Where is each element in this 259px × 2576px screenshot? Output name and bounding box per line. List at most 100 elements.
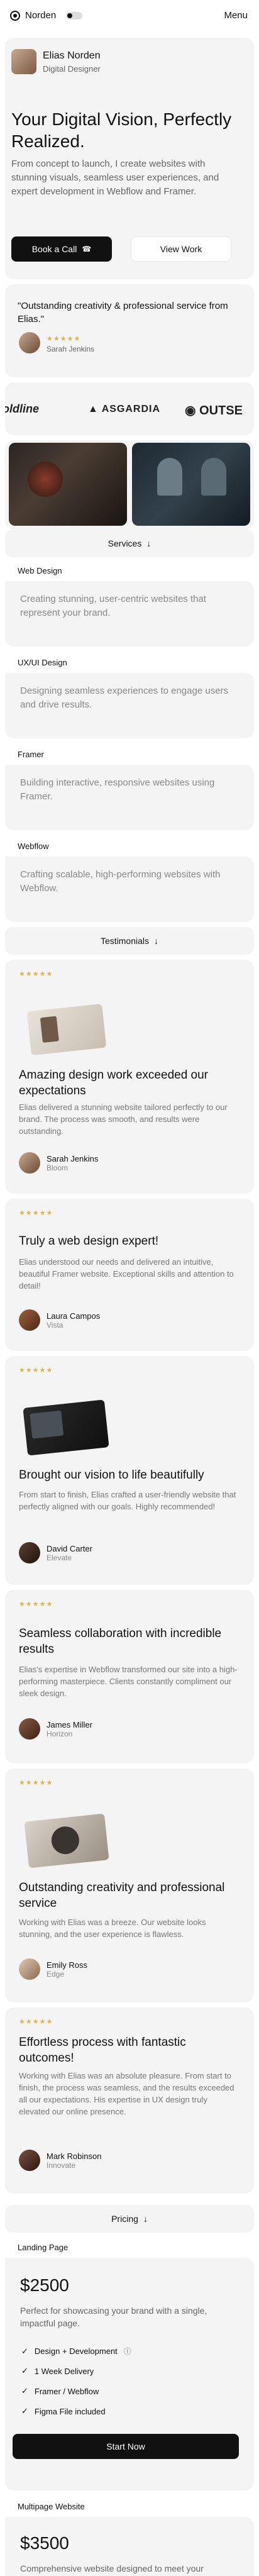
- rating-stars-icon: ★★★★★: [19, 2018, 53, 2026]
- testimonial-author: James Miller Horizon: [19, 1718, 92, 1740]
- testimonial-author: Laura Campos Vista: [19, 1309, 100, 1331]
- testimonial-author: Emily Ross Edge: [19, 1958, 87, 1980]
- portfolio-image-2-figure-2: [201, 458, 226, 496]
- rating-stars-icon: ★★★★★: [19, 1601, 53, 1608]
- hero-role: Digital Designer: [43, 64, 101, 74]
- logo-outse: ◉ OUTSE: [185, 402, 243, 418]
- testimonial-text: Working with Elias was a breeze. Our web…: [19, 1918, 206, 1939]
- testimonial-card: ★★★★★ Truly a web design expert! Elias u…: [5, 1199, 254, 1351]
- plan-tab-multipage[interactable]: Multipage Website: [5, 2496, 99, 2517]
- view-work-button[interactable]: View Work: [131, 236, 231, 262]
- service-body-web-design: Creating stunning, user-centric websites…: [5, 581, 254, 647]
- testimonial-image: [24, 1813, 109, 1868]
- testimonial-title: Brought our vision to life beautifully: [19, 1468, 204, 1482]
- outse-label: OUTSE: [199, 404, 243, 418]
- testimonial-image: [26, 1003, 107, 1056]
- menu-button[interactable]: Menu: [224, 10, 248, 21]
- testimonial-title: Seamless collaboration with incredible r…: [19, 1627, 222, 1656]
- theme-toggle[interactable]: [66, 11, 83, 19]
- testimonial-text: Elias's expertise in Webflow transformed…: [19, 1665, 238, 1698]
- logo-asgardia: ▲ ASGARDIA: [88, 404, 160, 415]
- start-now-button[interactable]: Start Now: [13, 2434, 239, 2459]
- author-avatar: [19, 1718, 40, 1740]
- testimonial-author: Sarah Jenkins Bloom: [19, 1152, 98, 1174]
- testimonial-image-figure: [40, 1016, 59, 1043]
- testimonial-text: From start to finish, Elias crafted a us…: [19, 1490, 236, 1511]
- plan-feature: ✓ Figma File included: [21, 2406, 106, 2416]
- asgardia-label: ASGARDIA: [101, 404, 161, 414]
- testimonial-card: ★★★★★ Outstanding creativity and profess…: [5, 1768, 254, 2002]
- service-body-framer: Building interactive, responsive website…: [5, 765, 254, 830]
- portfolio-image-1-art: [28, 462, 63, 497]
- author-avatar: [19, 1152, 40, 1174]
- portfolio-image-2[interactable]: [132, 443, 250, 526]
- testimonial-image-screen: [30, 1410, 64, 1439]
- services-label: Services: [107, 538, 142, 548]
- service-body-uxui: Designing seamless experiences to engage…: [5, 673, 254, 738]
- logo-strip: oldline ▲ ASGARDIA ◉ OUTSE: [5, 382, 254, 435]
- hero-headline: Your Digital Vision, Perfectly Realized.: [11, 109, 232, 151]
- avatar: [11, 49, 36, 74]
- outse-mark-icon: ◉: [185, 404, 196, 418]
- plan-feature: ✓ 1 Week Delivery: [21, 2366, 94, 2376]
- author-company: Edge: [47, 1969, 65, 1979]
- portfolio-image-2-figure: [157, 458, 182, 496]
- arrow-down-icon: ↓: [143, 2214, 148, 2224]
- author-company: Vista: [47, 1320, 63, 1330]
- author-company: Horizon: [47, 1729, 73, 1738]
- service-tab-web-design[interactable]: Web Design: [5, 560, 80, 581]
- author-company: Innovate: [47, 2160, 76, 2170]
- author-name: Laura Campos: [47, 1311, 101, 1321]
- author-company: Bloom: [47, 1163, 69, 1172]
- rating-stars-icon: ★★★★★: [19, 1367, 53, 1374]
- author-avatar: [19, 2150, 40, 2171]
- plan-card-multipage: $3500 Comprehensive website designed to …: [5, 2517, 254, 2576]
- services-section-button[interactable]: Services ↓: [5, 530, 254, 557]
- hero-subtext: From concept to launch, I create website…: [11, 158, 219, 197]
- rating-stars-icon: ★★★★★: [19, 1779, 53, 1787]
- plan-card-landing: $2500 Perfect for showcasing your brand …: [5, 2258, 254, 2490]
- author-name: Emily Ross: [47, 1960, 88, 1970]
- testimonial-card: ★★★★★ Seamless collaboration with incred…: [5, 1590, 254, 1763]
- testimonial-title: Truly a web design expert!: [19, 1235, 159, 1248]
- book-call-label: Book a Call: [31, 244, 77, 254]
- author-name: James Miller: [47, 1719, 92, 1729]
- check-icon: ✓: [21, 2346, 28, 2356]
- testimonial-text: Elias understood our needs and delivered…: [19, 1257, 234, 1291]
- service-tab-framer[interactable]: Framer: [5, 743, 65, 765]
- plan-tab-landing[interactable]: Landing Page: [5, 2236, 87, 2258]
- portfolio-strip: [5, 440, 254, 530]
- plan-price: $2500: [20, 2275, 69, 2295]
- book-call-button[interactable]: Book a Call ☎: [11, 236, 112, 262]
- testimonial-title: Outstanding creativity and professional …: [19, 1881, 225, 1910]
- quote-author: Sarah Jenkins: [47, 345, 95, 353]
- arrow-down-icon: ↓: [146, 538, 152, 548]
- logo-oldline: oldline: [5, 402, 39, 415]
- plan-description: Comprehensive website designed to meet y…: [20, 2563, 204, 2573]
- service-body-webflow: Crafting scalable, high-performing websi…: [5, 857, 254, 922]
- testimonial-title: Amazing design work exceeded our expecta…: [19, 1069, 209, 1097]
- arrow-down-icon: ↓: [154, 936, 159, 946]
- pricing-section-button[interactable]: Pricing ↓: [5, 2205, 254, 2233]
- author-avatar: [19, 1309, 40, 1331]
- testimonial-author: David Carter Elevate: [19, 1542, 92, 1563]
- author-avatar: [19, 1542, 40, 1563]
- brand[interactable]: Norden: [10, 10, 83, 21]
- check-icon: ✓: [21, 2386, 28, 2396]
- plan-feature-label: Figma File included: [34, 2406, 106, 2416]
- testimonial-author: Mark Robinson Innovate: [19, 2150, 101, 2171]
- phone-icon: ☎: [82, 245, 92, 253]
- logo-icon: [10, 10, 20, 21]
- testimonial-image: [23, 1399, 109, 1456]
- service-tab-uxui[interactable]: UX/UI Design: [5, 652, 84, 673]
- service-tab-webflow[interactable]: Webflow: [5, 835, 65, 857]
- testimonials-section-button[interactable]: Testimonials ↓: [5, 927, 254, 955]
- info-icon[interactable]: ⓘ: [124, 2346, 131, 2357]
- pricing-label: Pricing: [111, 2214, 138, 2224]
- plan-description: Perfect for showcasing your brand with a…: [20, 2306, 207, 2329]
- portfolio-image-1[interactable]: [9, 443, 127, 526]
- testimonial-card: ★★★★★ Effortless process with fantastic …: [5, 2007, 254, 2194]
- hero-name: Elias Norden: [43, 50, 101, 61]
- rating-stars-icon: ★★★★★: [47, 335, 81, 343]
- plan-feature: ✓ Design + Development ⓘ: [21, 2346, 131, 2357]
